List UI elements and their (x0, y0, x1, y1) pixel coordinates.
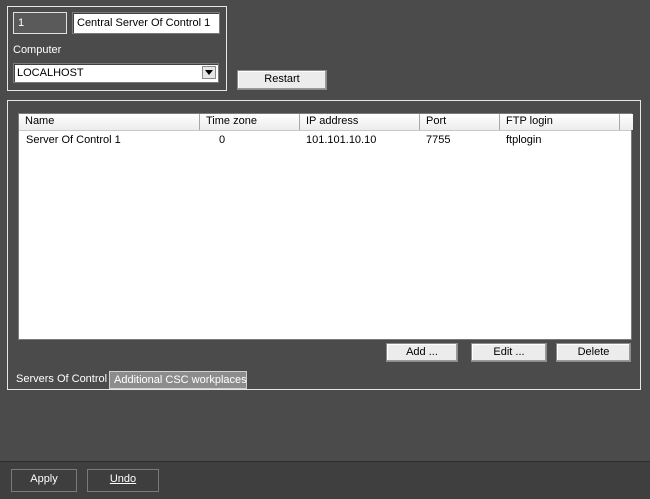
server-name-field[interactable]: Central Server Of Control 1 (72, 12, 220, 34)
cell-ip-address: 101.101.10.10 (306, 134, 377, 146)
server-id-field[interactable]: 1 (13, 12, 67, 34)
edit-button[interactable]: Edit ... (471, 343, 547, 362)
delete-button[interactable]: Delete (556, 343, 631, 362)
servers-table[interactable]: Name Time zone IP address Port FTP login… (18, 113, 633, 340)
tab-servers-of-control[interactable]: Servers Of Control (12, 371, 111, 388)
undo-button[interactable]: Undo (87, 469, 159, 492)
column-header-ip-address[interactable]: IP address (300, 114, 420, 130)
tab-additional-csc-workplaces[interactable]: Additional CSC workplaces (109, 371, 247, 389)
computer-select-value: LOCALHOST (17, 67, 84, 79)
cell-ftp-login: ftplogin (506, 134, 542, 146)
column-header-time-zone[interactable]: Time zone (200, 114, 300, 130)
add-button[interactable]: Add ... (386, 343, 458, 362)
column-header-name[interactable]: Name (19, 114, 200, 130)
restart-button[interactable]: Restart (237, 70, 327, 90)
column-header-filler (620, 114, 633, 130)
chevron-down-icon[interactable] (202, 66, 216, 79)
column-header-port[interactable]: Port (420, 114, 500, 130)
cell-name: Server Of Control 1 (26, 134, 121, 146)
computer-select[interactable]: LOCALHOST (13, 63, 219, 83)
cell-time-zone: 0 (219, 134, 226, 146)
table-header: Name Time zone IP address Port FTP login (19, 114, 633, 131)
apply-button[interactable]: Apply (11, 469, 77, 492)
cell-port: 7755 (426, 134, 451, 146)
table-row[interactable]: Server Of Control 1 0 101.101.10.10 7755… (19, 132, 631, 148)
computer-label: Computer (13, 44, 62, 56)
column-header-ftp-login[interactable]: FTP login (500, 114, 620, 130)
